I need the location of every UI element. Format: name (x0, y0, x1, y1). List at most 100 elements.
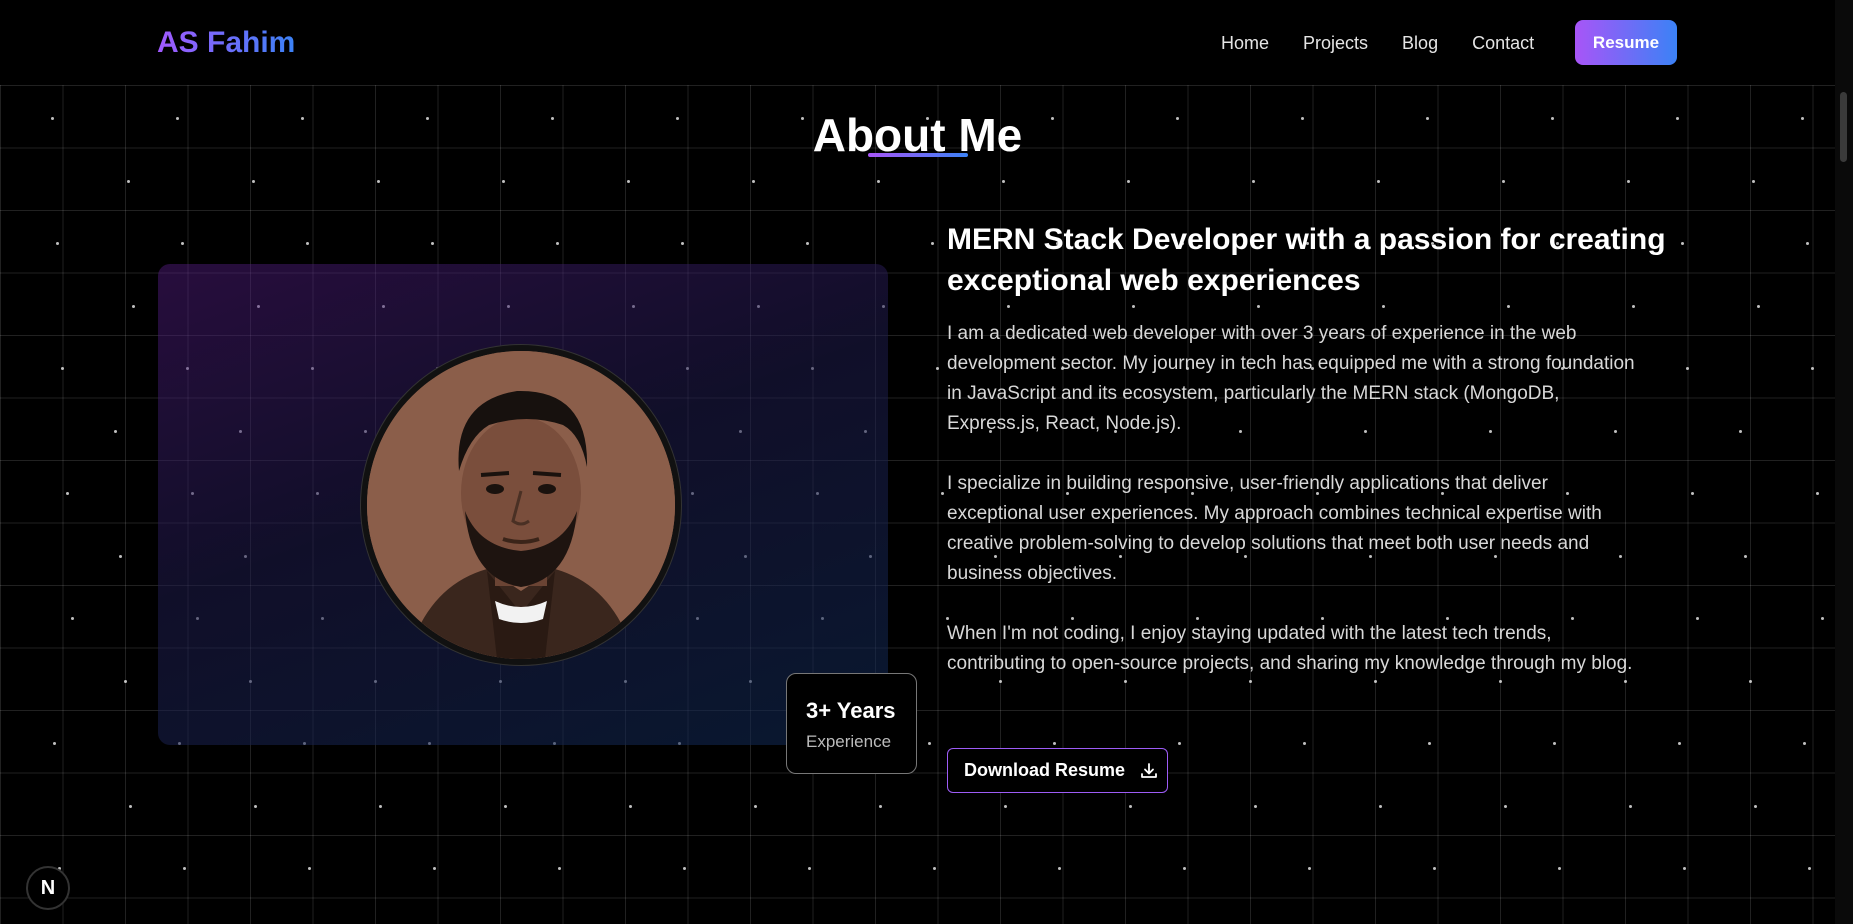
star-dot (1257, 304, 1260, 308)
star-dot (1178, 742, 1181, 745)
scrollbar-thumb[interactable] (1840, 92, 1847, 162)
star-dot (1004, 804, 1007, 808)
nav-link-contact[interactable]: Contact (1472, 33, 1534, 54)
nav-link-home[interactable]: Home (1221, 33, 1269, 54)
star-dot (1744, 554, 1747, 558)
star-dot (1553, 742, 1556, 745)
star-dot (1757, 304, 1760, 308)
vertical-scrollbar[interactable] (1835, 0, 1853, 924)
star-dot (1382, 304, 1385, 308)
star-dot (254, 804, 257, 808)
about-paragraph-3: When I'm not coding, I enjoy staying upd… (947, 623, 1633, 674)
star-dot (431, 242, 434, 245)
star-dot (181, 242, 184, 245)
about-paragraph-1: I am a dedicated web developer with over… (947, 323, 1635, 434)
profile-photo (361, 345, 681, 665)
star-dot (183, 867, 186, 870)
star-dot (1558, 867, 1561, 870)
star-dot (1053, 742, 1056, 745)
star-dot (1749, 679, 1752, 683)
star-dot (66, 492, 69, 495)
star-dot (377, 179, 380, 183)
star-dot (1183, 867, 1186, 870)
download-icon (1141, 762, 1157, 778)
resume-button[interactable]: Resume (1575, 20, 1677, 65)
star-dot (1739, 429, 1742, 433)
star-dot (931, 242, 934, 245)
star-dot (754, 804, 757, 808)
star-dot (114, 429, 117, 433)
star-dot (504, 804, 507, 808)
star-dot (1811, 367, 1814, 370)
star-dot (1632, 304, 1635, 308)
star-dot (1629, 804, 1632, 808)
star-dot (1678, 742, 1681, 745)
experience-value: 3+ Years (806, 698, 896, 723)
nav-links: Home Projects Blog Contact (1221, 33, 1568, 54)
star-dot (53, 742, 56, 745)
star-dot (1507, 304, 1510, 308)
star-dot (1058, 867, 1061, 870)
about-paragraph-2: I specialize in building responsive, use… (947, 473, 1602, 584)
star-dot (71, 617, 74, 620)
star-dot (124, 679, 127, 683)
star-dot (808, 867, 811, 870)
star-dot (1686, 367, 1689, 370)
star-dot (1627, 179, 1630, 183)
navbar: AS Fahim Home Projects Blog Contact Resu… (0, 0, 1835, 85)
star-dot (1504, 804, 1507, 808)
star-dot (1683, 867, 1686, 870)
star-dot (1254, 804, 1257, 808)
star-dot (56, 242, 59, 245)
nextjs-dev-indicator[interactable]: N (26, 866, 70, 910)
star-dot (558, 867, 561, 870)
star-dot (1502, 179, 1505, 183)
star-dot (1252, 179, 1255, 183)
star-dot (252, 179, 255, 183)
star-dot (933, 867, 936, 870)
star-dot (936, 367, 939, 370)
star-dot (502, 179, 505, 183)
star-dot (999, 679, 1002, 683)
star-dot (683, 867, 686, 870)
star-dot (629, 804, 632, 808)
star-dot (877, 179, 880, 183)
star-dot (1007, 304, 1010, 308)
star-dot (1754, 804, 1757, 808)
star-dot (1624, 679, 1627, 683)
star-dot (1249, 679, 1252, 683)
star-dot (879, 804, 882, 808)
star-dot (132, 304, 135, 308)
star-dot (127, 179, 130, 183)
experience-label: Experience (806, 732, 892, 751)
star-dot (1433, 867, 1436, 870)
star-dot (1806, 242, 1809, 245)
download-resume-label: Download Resume (964, 760, 1126, 780)
star-dot (1124, 679, 1127, 683)
star-dot (556, 242, 559, 245)
nav-link-projects[interactable]: Projects (1303, 33, 1368, 54)
star-dot (1681, 242, 1684, 245)
page-root: AS Fahim Home Projects Blog Contact Resu… (0, 0, 1853, 924)
star-dot (129, 804, 132, 808)
nextjs-logo-icon: N (40, 876, 56, 899)
star-dot (1132, 304, 1135, 308)
star-dot (1696, 617, 1699, 620)
star-dot (1821, 617, 1824, 620)
profile-photo-illustration (367, 351, 675, 659)
site-logo[interactable]: AS Fahim (157, 26, 295, 60)
star-dot (379, 804, 382, 808)
experience-badge: 3+ Years Experience (786, 673, 917, 774)
section-title: About Me (812, 109, 1023, 161)
nav-link-blog[interactable]: Blog (1402, 33, 1438, 54)
about-headline: MERN Stack Developer with a passion for … (947, 223, 1666, 297)
star-dot (119, 554, 122, 558)
star-dot (1374, 679, 1377, 683)
download-resume-button[interactable]: Download Resume (947, 748, 1168, 793)
star-dot (1127, 179, 1130, 183)
star-dot (1752, 179, 1755, 183)
star-dot (1691, 492, 1694, 495)
star-dot (1816, 492, 1819, 495)
star-dot (1377, 179, 1380, 183)
star-dot (1499, 679, 1502, 683)
